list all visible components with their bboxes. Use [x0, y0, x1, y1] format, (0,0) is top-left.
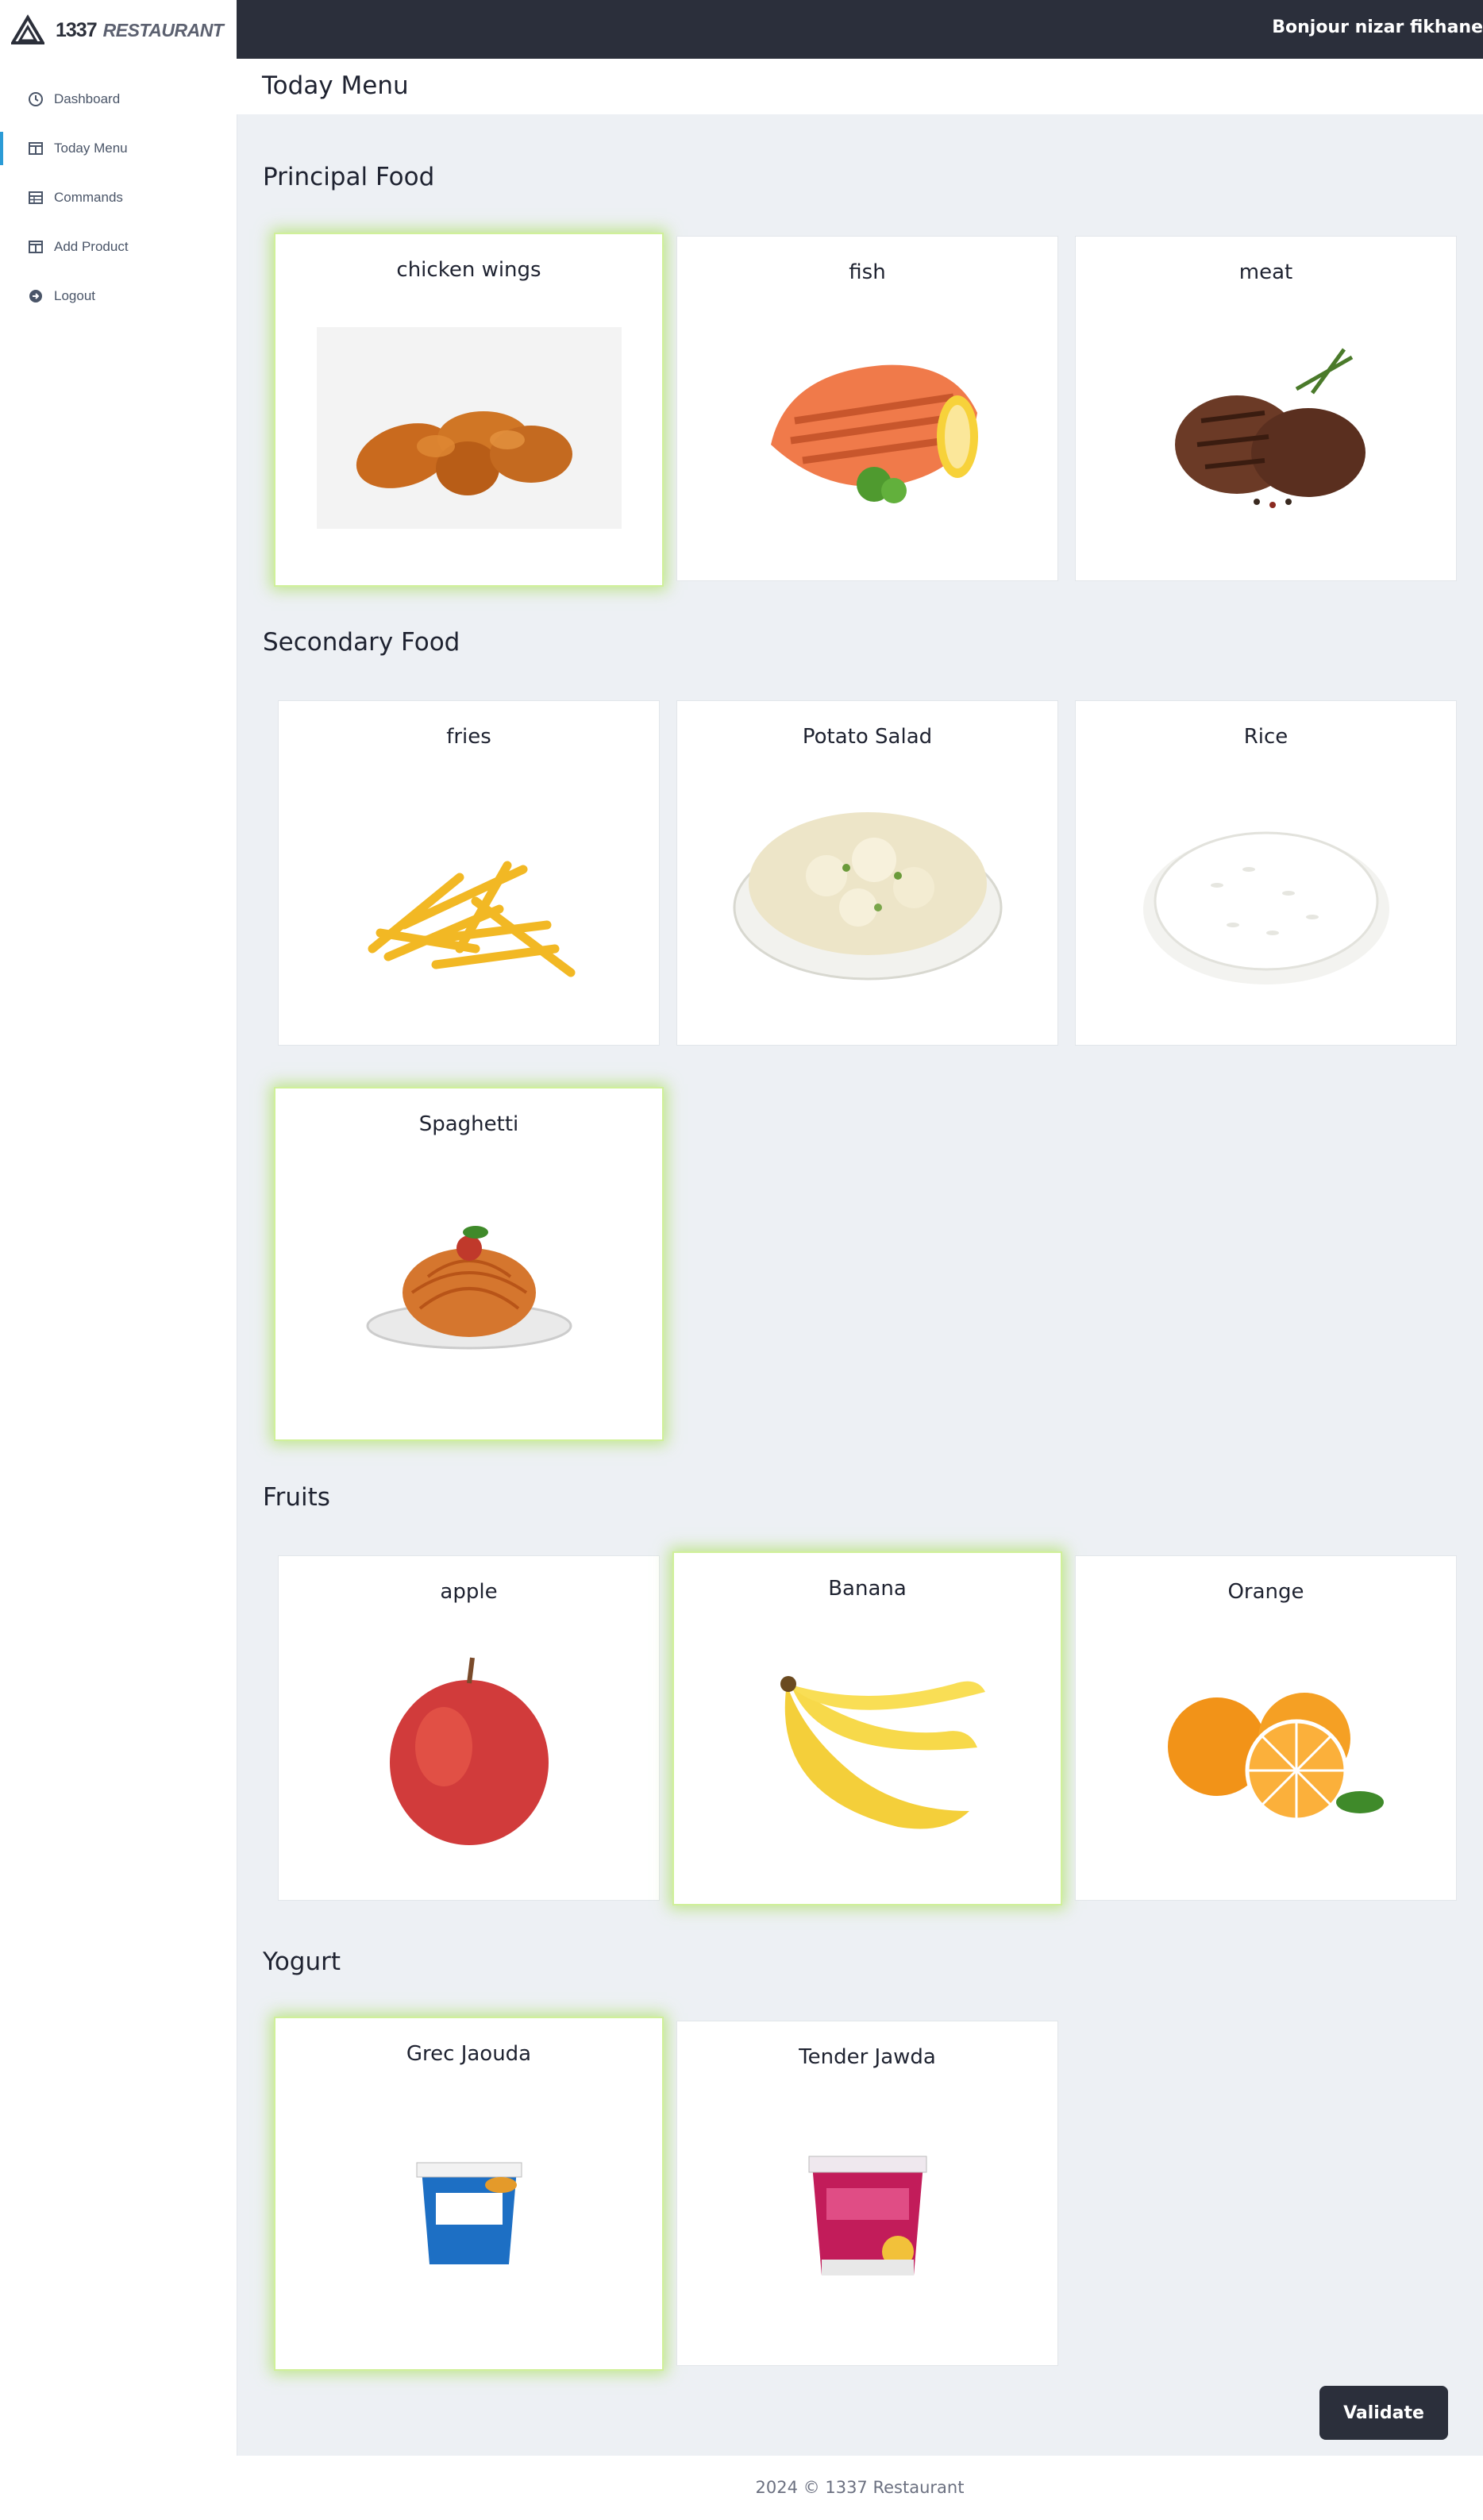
apple-image [389, 1657, 549, 1845]
sidebar-item-label: Today Menu [54, 141, 128, 156]
sidebar-item-logout[interactable]: Logout [0, 272, 237, 321]
sidebar-item-dashboard[interactable]: Dashboard [0, 75, 237, 124]
brand-name: RESTAURANT [102, 19, 224, 40]
orange-image [1167, 1693, 1384, 1822]
menu-card-name: Orange [1227, 1580, 1304, 1604]
menu-card-fish[interactable]: fish [676, 236, 1058, 581]
menu-card-meat[interactable]: meat [1075, 236, 1457, 581]
top-bar: Bonjour nizar fikhane [237, 0, 1483, 59]
menu-card-name: meat [1238, 260, 1293, 284]
footer: 2024 © 1337 Restaurant [237, 2456, 1483, 2520]
meat-image [1174, 348, 1366, 508]
menu-card-name: Potato Salad [802, 725, 933, 749]
clock-icon [29, 92, 43, 106]
menu-card-name: Rice [1243, 725, 1288, 749]
menu-card-rice[interactable]: Rice [1075, 700, 1457, 1046]
menu-card-spaghetti[interactable]: Spaghetti [274, 1087, 664, 1441]
user-greeting[interactable]: Bonjour nizar fikhane [1272, 17, 1483, 37]
columns-icon [29, 241, 43, 253]
menu-card-name: Grec Jaouda [406, 2042, 532, 2066]
sidebar-item-add-product[interactable]: Add Product [0, 222, 237, 272]
fries-image [368, 861, 575, 977]
section-title-yogurt: Yogurt [263, 1948, 341, 1976]
menu-card-potato-salad[interactable]: Potato Salad [676, 700, 1058, 1046]
menu-card-name: chicken wings [396, 258, 541, 282]
page-title: Today Menu [262, 71, 409, 100]
table-icon [29, 191, 43, 204]
menu-card-name: Tender Jawda [799, 2045, 936, 2069]
sidebar-item-label: Logout [54, 288, 95, 303]
page-header: Today Menu [237, 59, 1483, 114]
potato-salad-image [733, 812, 1002, 981]
section-title-fruits: Fruits [263, 1483, 330, 1512]
menu-card-name: apple [440, 1580, 498, 1604]
sidebar-item-commands[interactable]: Commands [0, 173, 237, 222]
menu-card-name: Banana [828, 1577, 907, 1601]
arrow-circle-icon [29, 290, 42, 302]
columns-icon [29, 142, 43, 155]
brand[interactable]: 1337 RESTAURANT [11, 14, 224, 46]
validate-button[interactable]: Validate [1319, 2386, 1448, 2440]
tender-jawda-image [808, 2156, 926, 2275]
menu-card-apple[interactable]: apple [278, 1555, 660, 1901]
spaghetti-image [366, 1226, 572, 1350]
sidebar: 1337 RESTAURANT Dashboard Today Menu Com… [0, 0, 237, 2520]
grec-jaouda-image [416, 2162, 522, 2264]
section-title-principal-food: Principal Food [263, 163, 435, 191]
menu-card-name: Spaghetti [418, 1112, 519, 1136]
banana-image [780, 1676, 985, 1829]
rice-image [1142, 831, 1389, 984]
sidebar-item-label: Commands [54, 190, 123, 205]
chicken-wings-image [316, 327, 622, 529]
menu-card-fries[interactable]: fries [278, 700, 660, 1046]
menu-card-name: fish [849, 260, 886, 284]
menu-card-name: fries [446, 725, 491, 749]
fish-image [770, 364, 978, 503]
footer-text: 2024 © 1337 Restaurant [755, 2478, 965, 2497]
logo-icon [11, 14, 44, 44]
section-title-secondary-food: Secondary Food [263, 628, 460, 657]
menu-card-orange[interactable]: Orange [1075, 1555, 1457, 1901]
sidebar-nav: Dashboard Today Menu Commands Add Produc… [0, 75, 237, 321]
sidebar-item-label: Add Product [54, 239, 129, 254]
menu-card-tender-jawda[interactable]: Tender Jawda [676, 2021, 1058, 2366]
menu-card-chicken-wings[interactable]: chicken wings [274, 233, 664, 587]
sidebar-item-label: Dashboard [54, 91, 121, 106]
menu-card-grec-jaouda[interactable]: Grec Jaouda [274, 2017, 664, 2371]
menu-card-banana[interactable]: Banana [672, 1551, 1062, 1905]
sidebar-item-today-menu[interactable]: Today Menu [0, 124, 237, 173]
brand-number: 1337 [56, 18, 98, 41]
